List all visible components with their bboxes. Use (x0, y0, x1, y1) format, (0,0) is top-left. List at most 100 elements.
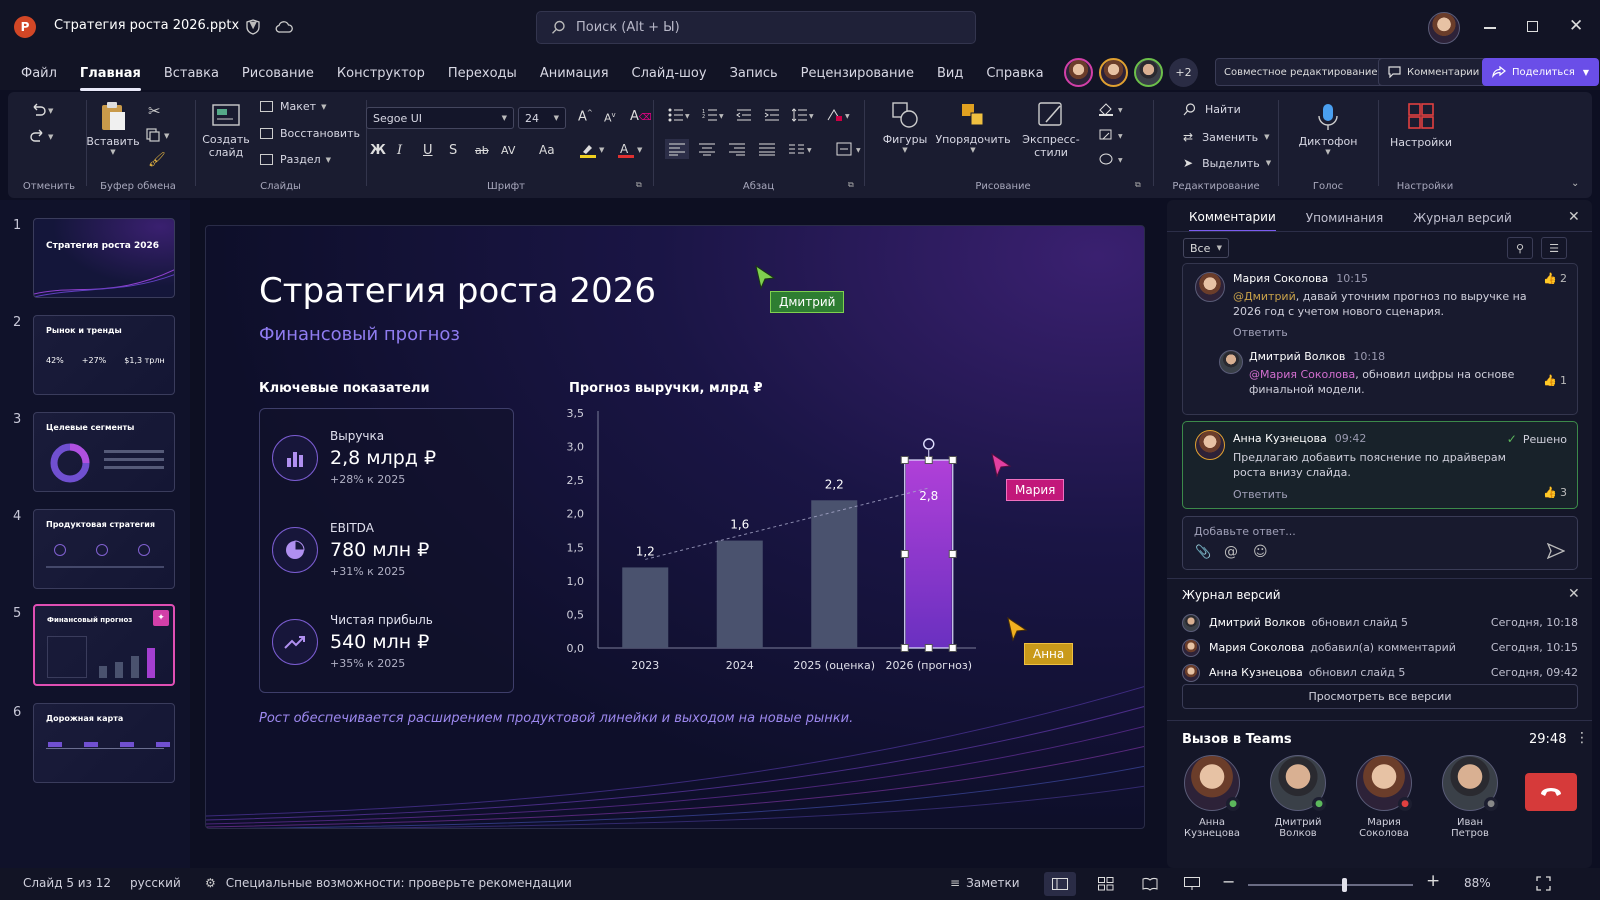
slide-footer-note[interactable]: Рост обеспечивается расширением продукто… (259, 711, 853, 726)
slide-counter[interactable]: Слайд 5 из 12 (23, 876, 111, 890)
bold-button[interactable]: Ж (370, 143, 397, 158)
shapes-button[interactable]: Фигуры ▼ (880, 100, 930, 154)
rotate-handle-icon[interactable] (923, 438, 935, 450)
share-button[interactable]: Поделиться ▼ (1482, 58, 1599, 86)
shield-icon[interactable] (246, 19, 260, 35)
new-slide-button[interactable]: Создать слайд (201, 100, 251, 159)
highlight-color-icon[interactable]: ▼ (579, 142, 617, 158)
find-button[interactable]: Найти (1183, 103, 1241, 116)
align-right-icon[interactable] (728, 142, 746, 156)
shadow-button[interactable]: S (449, 143, 475, 158)
tab-5[interactable]: Переходы (448, 60, 517, 87)
strikethrough-button[interactable]: ab (475, 144, 501, 157)
numbering-icon[interactable]: 12 ▼ (702, 108, 724, 122)
slideshow-icon[interactable] (1184, 877, 1200, 891)
kpi-card[interactable]: Выручка 2,8 млрд ₽ +28% к 2025 EBITDA 780 м… (259, 408, 514, 693)
zoom-out-icon[interactable]: − (1222, 872, 1235, 891)
slide-thumbnail-4[interactable]: Продуктовая стратегия (33, 509, 175, 589)
pane-tab-0[interactable]: Комментарии (1189, 210, 1276, 232)
underline-button[interactable]: U (423, 143, 449, 158)
format-painter-icon[interactable]: 🖌 (148, 152, 166, 168)
participant-tile[interactable]: ● Анна Кузнецова (1182, 755, 1242, 839)
like-button[interactable]: 👍 2 (1543, 272, 1567, 285)
sort-icon[interactable]: ☰ (1541, 237, 1567, 259)
copy-icon[interactable]: ▼ (146, 128, 172, 142)
shape-fill-icon[interactable]: ▼ (1098, 102, 1126, 116)
slide-thumbnail-3[interactable]: Целевые сегменты (33, 412, 175, 492)
comment-filter-select[interactable]: Все ▼ (1183, 238, 1229, 258)
tab-7[interactable]: Слайд-шоу (632, 60, 707, 87)
selection-handle[interactable] (948, 644, 957, 652)
tab-10[interactable]: Вид (937, 60, 963, 87)
arrange-button[interactable]: Упорядочить ▼ (935, 100, 1011, 154)
attach-icon[interactable]: 📎 (1195, 545, 1211, 560)
shape-outline-icon[interactable]: ▼ (1098, 128, 1126, 142)
tab-6[interactable]: Анимация (540, 60, 609, 87)
tab-3[interactable]: Рисование (242, 60, 314, 87)
file-title[interactable]: Стратегия роста 2026.pptx ▼ (54, 18, 257, 33)
pane-tab-2[interactable]: Журнал версий (1413, 211, 1512, 231)
slide-canvas[interactable]: Стратегия роста 2026 Финансовый прогноз … (205, 225, 1145, 829)
more-options-icon[interactable]: ⋮ (1575, 730, 1589, 746)
zoom-in-icon[interactable]: + (1426, 871, 1440, 891)
participant-tile[interactable]: ● Мария Соколова (1354, 755, 1414, 839)
selection-handle[interactable] (900, 550, 909, 558)
dictate-button[interactable]: Диктофон ▼ (1298, 102, 1358, 156)
replace-button[interactable]: ⇄ Заменить ▼ (1183, 130, 1270, 144)
cloud-icon[interactable] (275, 20, 293, 33)
collaborator-avatar-maria[interactable] (1064, 58, 1093, 87)
close-icon[interactable]: ✕ (1568, 209, 1580, 225)
fit-to-window-icon[interactable] (1536, 876, 1551, 891)
hang-up-button[interactable] (1525, 773, 1577, 811)
align-center-icon[interactable] (698, 142, 716, 156)
version-item[interactable]: Дмитрий Волков обновил слайд 5 Сегодня, 10… (1182, 610, 1578, 635)
redo-icon[interactable]: ▼ (28, 128, 56, 144)
send-icon[interactable] (1547, 543, 1565, 559)
resolved-badge[interactable]: ✓ Решено (1507, 432, 1567, 446)
reply-link[interactable]: Ответить (1233, 488, 1288, 501)
tab-2[interactable]: Вставка (164, 60, 219, 87)
decrease-indent-icon[interactable] (736, 108, 752, 122)
kpi-heading[interactable]: Ключевые показатели (259, 381, 430, 396)
slide-thumbnail-5[interactable]: Финансовый прогноз ✦ (33, 604, 175, 686)
account-avatar[interactable] (1428, 12, 1460, 44)
grow-font-icon[interactable]: A^ (578, 109, 593, 124)
collapse-ribbon-icon[interactable]: ⌄ (1571, 178, 1579, 189)
font-color-icon[interactable]: A ▼ (617, 142, 655, 158)
zoom-slider[interactable] (1248, 878, 1413, 892)
view-all-versions-button[interactable]: Просмотреть все версии (1182, 684, 1578, 709)
columns-icon[interactable]: ▼ (788, 142, 814, 156)
change-case-button[interactable]: Aa (539, 143, 579, 157)
selection-handle[interactable] (900, 644, 909, 652)
close-icon[interactable]: ✕ (1569, 16, 1583, 36)
char-spacing-button[interactable]: AV (501, 144, 539, 157)
selection-handle[interactable] (924, 644, 933, 652)
minimize-icon[interactable] (1484, 27, 1496, 29)
language-indicator[interactable]: русский (130, 876, 181, 890)
chart-bar-0[interactable] (622, 567, 669, 648)
selection-handle[interactable] (900, 456, 909, 464)
tab-8[interactable]: Запись (730, 60, 778, 87)
shape-effects-icon[interactable]: ▼ (1098, 152, 1126, 166)
participant-tile[interactable]: ● Дмитрий Волков (1268, 755, 1328, 839)
emoji-icon[interactable]: ☺ (1253, 544, 1268, 560)
normal-view-icon[interactable] (1044, 872, 1076, 896)
close-icon[interactable]: ✕ (1568, 586, 1580, 602)
slide-title[interactable]: Стратегия роста 2026 (259, 271, 656, 311)
more-collaborators-badge[interactable]: +2 (1169, 58, 1198, 87)
paste-button[interactable]: Вставить ▼ (86, 100, 140, 156)
mention-icon[interactable]: @ (1224, 544, 1238, 560)
reply-input[interactable]: Добавьте ответ... (1194, 525, 1296, 538)
notes-button[interactable]: ≡ Заметки (950, 876, 1020, 890)
justify-icon[interactable] (758, 142, 776, 156)
maximize-icon[interactable] (1527, 21, 1538, 32)
tab-4[interactable]: Конструктор (337, 60, 425, 87)
cut-icon[interactable]: ✂ (148, 102, 161, 120)
reading-view-icon[interactable] (1142, 877, 1158, 891)
coedit-button[interactable]: Совместное редактирование ▼ (1215, 58, 1397, 86)
section-button[interactable]: Раздел ▼ (260, 153, 331, 166)
text-direction-icon[interactable]: ▼ (826, 108, 850, 122)
chart-bar-1[interactable] (716, 540, 763, 648)
tab-11[interactable]: Справка (986, 60, 1043, 87)
filter-icon[interactable]: ⚲ (1507, 237, 1533, 259)
